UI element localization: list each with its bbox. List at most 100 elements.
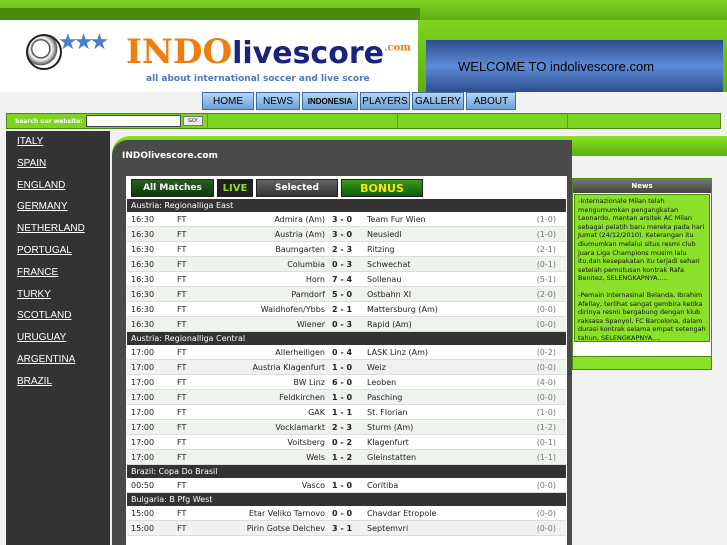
- match-score: 0 - 2: [332, 438, 353, 447]
- sidebar-item-argentina[interactable]: ARGENTINA: [6, 349, 110, 371]
- halftime-score: (4-0): [536, 378, 556, 387]
- match-score: 0 - 4: [332, 348, 353, 357]
- league-header: Austria: Regionalliga Central: [127, 332, 566, 345]
- match-time: 16:30: [131, 275, 155, 284]
- table-row[interactable]: 17:00 FT Wels 1 - 2 Gleinstatten (1-1): [127, 450, 566, 465]
- match-time: 16:30: [131, 305, 155, 314]
- nav-gallery[interactable]: GALLERY: [412, 92, 464, 110]
- table-row[interactable]: 15:00 FT Pirin Gotse Delchev 3 - 1 Septemvri…: [127, 521, 566, 536]
- table-row[interactable]: 17:00 FT Austria Klagenfurt 1 - 0 Weiz (0-0): [127, 360, 566, 375]
- match-time: 16:30: [131, 215, 155, 224]
- table-row[interactable]: 16:30 FT Wiener 0 - 3 Rapid (Am) (0-0): [127, 317, 566, 332]
- table-row[interactable]: 17:00 FT Feldkirchen 1 - 0 Pasching (0-0): [127, 390, 566, 405]
- logo-text: INDOlivescore.com: [126, 32, 411, 72]
- page-title: INDOlivescore.com: [122, 151, 218, 161]
- sidebar-item-germany[interactable]: GERMANY: [6, 196, 110, 218]
- match-status: FT: [177, 290, 187, 299]
- soccer-ball-icon: [26, 34, 62, 70]
- halftime-score: (0-2): [536, 348, 556, 357]
- table-row[interactable]: 17:00 FT Vocklamarkt 2 - 3 Sturm (Am) (1-2): [127, 420, 566, 435]
- nav-about[interactable]: ABOUT: [466, 92, 516, 110]
- match-score: 5 - 0: [332, 290, 353, 299]
- sidebar-item-netherland[interactable]: NETHERLAND: [6, 218, 110, 240]
- match-status: FT: [177, 215, 187, 224]
- nav-news[interactable]: NEWS: [256, 92, 300, 110]
- match-score: 0 - 3: [332, 260, 353, 269]
- match-score: 0 - 3: [332, 320, 353, 329]
- nav-players[interactable]: PLAYERS: [360, 92, 410, 110]
- home-team: Etar Veliko Tarnovo: [248, 509, 325, 518]
- match-time: 16:30: [131, 245, 155, 254]
- search-bar: Search our website: GO!: [6, 113, 721, 129]
- table-row[interactable]: 16:30 FT Horn 7 - 4 Sollenau (5-1): [127, 272, 566, 287]
- away-team: Gleinstatten: [367, 453, 417, 462]
- table-row[interactable]: 17:00 FT Allerheiligen 0 - 4 LASK Linz (Am) (…: [127, 345, 566, 360]
- main-nav: HOME NEWS INDONESIA PLAYERS GALLERY ABOU…: [202, 92, 518, 110]
- match-status: FT: [177, 275, 187, 284]
- away-team: Mattersburg (Am): [367, 305, 438, 314]
- match-status: FT: [177, 481, 187, 490]
- sidebar-item-france[interactable]: FRANCE: [6, 262, 110, 284]
- site-logo[interactable]: ★★★ INDOlivescore.com all about internat…: [8, 24, 418, 90]
- tab-bonus[interactable]: BONUS: [341, 179, 423, 197]
- table-row[interactable]: 17:00 FT Voitsberg 0 - 2 Klagenfurt (0-1): [127, 435, 566, 450]
- halftime-score: (0-0): [536, 524, 556, 533]
- tab-live[interactable]: LIVE: [217, 179, 253, 197]
- table-row[interactable]: 17:00 FT GAK 1 - 1 St. Florian (1-0): [127, 405, 566, 420]
- home-team: Voitsberg: [287, 438, 326, 447]
- match-status: FT: [177, 408, 187, 417]
- match-time: 16:30: [131, 260, 155, 269]
- sidebar-item-uruguay[interactable]: URUGUAY: [6, 327, 110, 349]
- news-item[interactable]: -Internazionale Milan telah mengumumkan …: [578, 197, 706, 283]
- home-team: Admira (Am): [274, 215, 325, 224]
- sidebar-item-scotland[interactable]: SCOTLAND: [6, 305, 110, 327]
- away-team: Coritiba: [367, 481, 399, 490]
- match-time: 15:00: [131, 509, 155, 518]
- sidebar-item-spain[interactable]: SPAIN: [6, 153, 110, 175]
- nav-indonesia[interactable]: INDONESIA: [302, 92, 358, 110]
- table-row[interactable]: 16:30 FT Parndorf 5 - 0 Ostbahn XI (2-0): [127, 287, 566, 302]
- search-button[interactable]: GO!: [183, 116, 203, 126]
- home-team: Parndorf: [291, 290, 325, 299]
- table-row[interactable]: 16:30 FT Columbia 0 - 3 Schwechat (0-1): [127, 257, 566, 272]
- sidebar-item-england[interactable]: ENGLAND: [6, 175, 110, 197]
- table-row[interactable]: 17:00 FT BW Linz 6 - 0 Leoben (4-0): [127, 375, 566, 390]
- tab-all-matches[interactable]: All Matches: [131, 179, 214, 197]
- scores-table: Austria: Regionalliga East 16:30 FT Admira …: [127, 199, 566, 536]
- league-header: Bulgaria: B Pfg West: [127, 493, 566, 506]
- match-score: 1 - 0: [332, 363, 353, 372]
- match-score: 2 - 3: [332, 245, 353, 254]
- home-team: Allerheiligen: [275, 348, 325, 357]
- match-time: 16:30: [131, 230, 155, 239]
- league-header: Austria: Regionalliga East: [127, 199, 566, 212]
- search-input[interactable]: [86, 115, 181, 127]
- away-team: Septemvri: [367, 524, 409, 533]
- home-team: Columbia: [287, 260, 325, 269]
- away-team: Ostbahn XI: [367, 290, 412, 299]
- news-item[interactable]: -Pemain internasinal Belanda, Ibrahim Af…: [578, 291, 706, 341]
- sidebar-item-portugal[interactable]: PORTUGAL: [6, 240, 110, 262]
- match-score: 3 - 1: [332, 524, 353, 533]
- league-header: Brazil: Copa Do Brasil: [127, 465, 566, 478]
- away-team: Schwechat: [367, 260, 411, 269]
- sidebar-item-brazil[interactable]: BRAZIL: [6, 371, 110, 393]
- match-time: 16:30: [131, 320, 155, 329]
- match-score: 2 - 1: [332, 305, 353, 314]
- match-time: 17:00: [131, 363, 155, 372]
- tab-selected[interactable]: Selected: [256, 179, 338, 197]
- sidebar-item-italy[interactable]: ITALY: [6, 131, 110, 153]
- match-score: 0 - 0: [332, 509, 353, 518]
- table-row[interactable]: 00:50 FT Vasco 1 - 0 Coritiba (0-0): [127, 478, 566, 493]
- match-status: FT: [177, 245, 187, 254]
- home-team: Waidhofen/Ybbs: [260, 305, 325, 314]
- table-row[interactable]: 16:30 FT Austria (Am) 3 - 0 Neusiedl (1-0): [127, 227, 566, 242]
- table-row[interactable]: 16:30 FT Waidhofen/Ybbs 2 - 1 Mattersburg (A…: [127, 302, 566, 317]
- table-row[interactable]: 16:30 FT Admira (Am) 3 - 0 Team Fur Wien (1-0…: [127, 212, 566, 227]
- sidebar-item-turky[interactable]: TURKY: [6, 284, 110, 306]
- table-row[interactable]: 16:30 FT Baumgarten 2 - 3 Ritzing (2-1): [127, 242, 566, 257]
- table-row[interactable]: 15:00 FT Etar Veliko Tarnovo 0 - 0 Chavdar E…: [127, 506, 566, 521]
- away-team: Klagenfurt: [367, 438, 409, 447]
- home-team: Horn: [305, 275, 325, 284]
- nav-home[interactable]: HOME: [202, 92, 254, 110]
- halftime-score: (0-0): [536, 363, 556, 372]
